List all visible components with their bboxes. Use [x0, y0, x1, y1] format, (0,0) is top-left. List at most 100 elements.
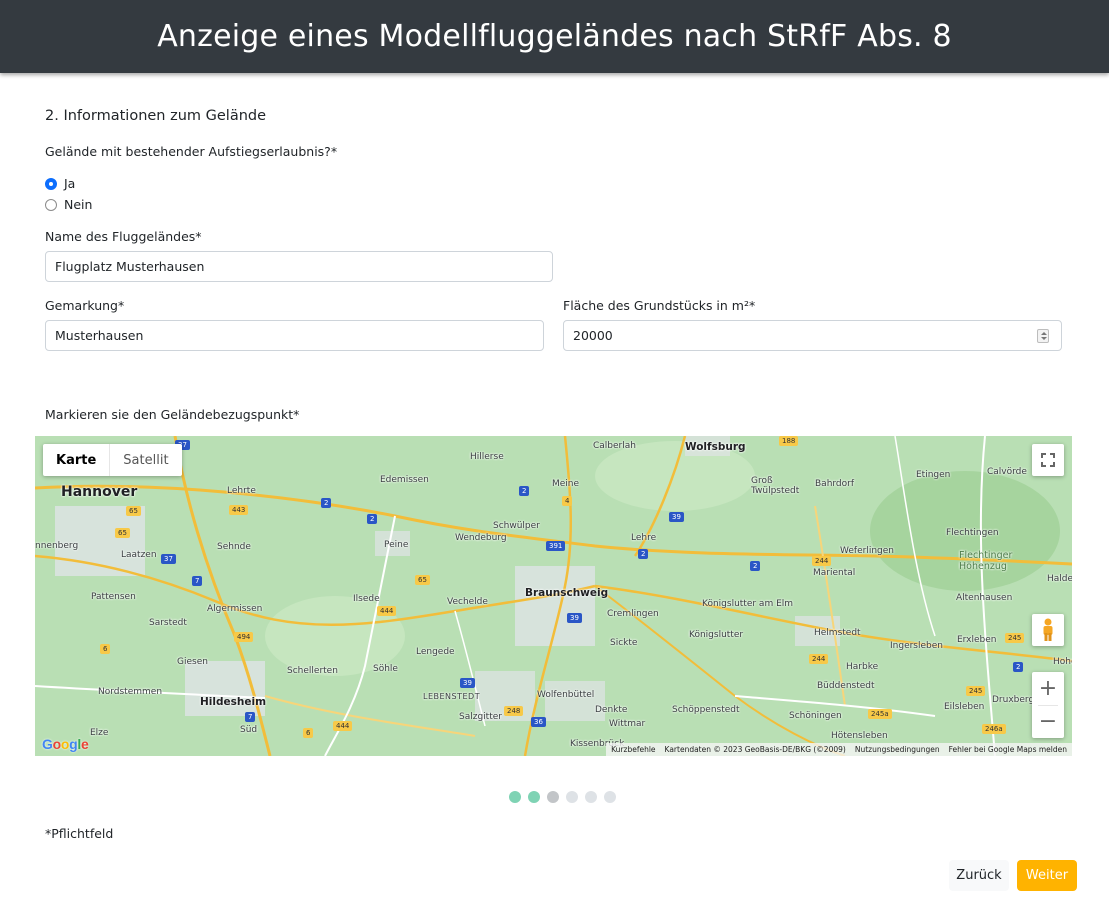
- radio-option-nein[interactable]: Nein: [45, 197, 92, 212]
- radio-nein-button[interactable]: [45, 198, 57, 211]
- name-field-value: Flugplatz Musterhausen: [55, 259, 205, 274]
- place-mariental: Mariental: [813, 568, 856, 578]
- place-algermissen: Algermissen: [207, 604, 263, 614]
- place-salzgitter: Salzgitter: [459, 712, 502, 722]
- road-shield: 443: [229, 505, 249, 515]
- place-wendeburg: Wendeburg: [455, 533, 507, 543]
- radio-ja-button[interactable]: [45, 177, 57, 190]
- gemarkung-field-value: Musterhausen: [55, 328, 144, 343]
- road-shield: 6: [100, 644, 111, 654]
- map-type-control: Karte Satellit: [43, 444, 182, 476]
- place-calvoerde: Calvörde: [987, 467, 1027, 477]
- name-field-input[interactable]: Flugplatz Musterhausen: [45, 251, 553, 282]
- road-shield: 245: [966, 686, 986, 696]
- place-ilsede: Ilsede: [353, 594, 380, 604]
- place-helmstedt: Helmstedt: [814, 628, 861, 638]
- place-wolfenbuettel: Wolfenbüttel: [537, 690, 595, 700]
- road-shield: 244: [809, 654, 829, 664]
- road-shield: 188: [779, 436, 799, 446]
- place-weferlingen: Weferlingen: [840, 546, 894, 556]
- terms-link[interactable]: Nutzungsbedingungen: [855, 745, 940, 754]
- place-altenhausen: Altenhausen: [956, 593, 1013, 603]
- place-gross-twuelpstedt: Groß Twülpstedt: [751, 476, 800, 496]
- place-bueddenstedt: Büddenstedt: [817, 681, 875, 691]
- place-koenigslutter-am-elm: Königslutter am Elm: [702, 599, 794, 609]
- road-shield: 248: [504, 706, 524, 716]
- permission-question: Gelände mit bestehender Aufstiegserlaubn…: [45, 144, 338, 159]
- road-shield: 2: [367, 514, 378, 524]
- step-dot: [509, 791, 521, 803]
- place-flechtinger-hoehenzug: Flechtinger Höhenzug: [959, 550, 1013, 572]
- keyboard-shortcuts-link[interactable]: Kurzbefehle: [611, 745, 655, 754]
- map-type-satellit-button[interactable]: Satellit: [110, 444, 181, 476]
- place-sued: Süd: [240, 725, 258, 735]
- place-lebenstedt: LEBENSTEDT: [423, 692, 481, 701]
- place-schellerten: Schellerten: [287, 666, 338, 676]
- place-sarstedt: Sarstedt: [149, 618, 187, 628]
- place-schwuelper: Schwülper: [493, 521, 540, 531]
- page-title: Anzeige eines Modellfluggeländes nach St…: [157, 19, 952, 54]
- place-hohe: Hohe: [1053, 657, 1072, 667]
- step-dot: [585, 791, 597, 803]
- place-lehre: Lehre: [631, 533, 657, 543]
- map-label: Markieren sie den Geländebezugspunkt*: [45, 407, 300, 422]
- app-header: Anzeige eines Modellfluggeländes nach St…: [0, 0, 1109, 73]
- radio-ja-label: Ja: [64, 176, 76, 191]
- required-note: *Pflichtfeld: [45, 826, 114, 841]
- road-shield: 2: [750, 561, 761, 571]
- place-ingersleben: Ingersleben: [890, 641, 943, 651]
- road-shield: 39: [669, 512, 684, 522]
- place-lengede: Lengede: [416, 647, 455, 657]
- zoom-out-icon[interactable]: −: [1032, 705, 1064, 738]
- place-edemissen: Edemissen: [380, 475, 429, 485]
- flaeche-field-label: Fläche des Grundstücks in m²*: [563, 298, 756, 313]
- map-type-karte-button[interactable]: Karte: [43, 444, 111, 476]
- place-koenigslutter: Königslutter: [689, 630, 744, 640]
- road-shield: 36: [531, 717, 546, 727]
- location-map[interactable]: Hannover Wolfsburg Braunschweig Hildeshe…: [35, 436, 1072, 756]
- place-denkte: Denkte: [595, 705, 628, 715]
- road-shield: 391: [546, 541, 566, 551]
- fullscreen-icon: [1041, 453, 1055, 467]
- radio-option-ja[interactable]: Ja: [45, 176, 75, 191]
- name-field-label: Name des Fluggeländes*: [45, 229, 202, 244]
- place-nordstemmen: Nordstemmen: [98, 687, 163, 697]
- place-hannover: Hannover: [61, 484, 138, 500]
- map-attribution: Kurzbefehle Kartendaten © 2023 GeoBasis-…: [606, 743, 1072, 756]
- google-logo: Google: [42, 736, 89, 752]
- place-soehle: Söhle: [373, 664, 398, 674]
- road-shield: 2: [519, 486, 530, 496]
- road-shield: 245: [1005, 633, 1025, 643]
- next-button[interactable]: Weiter: [1017, 860, 1077, 891]
- place-calberlah: Calberlah: [593, 441, 636, 451]
- place-giesen: Giesen: [177, 657, 208, 667]
- place-bahrdorf: Bahrdorf: [815, 479, 855, 489]
- step-dot: [547, 791, 559, 803]
- road-shield: 494: [234, 632, 254, 642]
- place-wittmar: Wittmar: [609, 719, 646, 729]
- road-shield: 2: [321, 498, 332, 508]
- back-button[interactable]: Zurück: [949, 860, 1009, 891]
- road-shield: 444: [333, 721, 353, 731]
- street-view-button[interactable]: [1032, 614, 1064, 646]
- place-vechelde: Vechelde: [447, 597, 488, 607]
- number-spinner-icon[interactable]: [1037, 329, 1049, 343]
- road-shield: 39: [460, 678, 475, 688]
- report-error-link[interactable]: Fehler bei Google Maps melden: [949, 745, 1067, 754]
- place-hoetensleben: Hötensleben: [831, 731, 888, 741]
- flaeche-number-input[interactable]: 20000: [563, 320, 1062, 351]
- gemarkung-field-input[interactable]: Musterhausen: [45, 320, 544, 351]
- fullscreen-button[interactable]: [1032, 444, 1064, 476]
- road-shield: 37: [161, 554, 176, 564]
- gemarkung-field-label: Gemarkung*: [45, 298, 125, 313]
- place-hildesheim: Hildesheim: [200, 696, 267, 708]
- place-eilsleben: Eilsleben: [944, 702, 985, 712]
- step-progress: [509, 791, 616, 803]
- place-erxleben: Erxleben: [957, 635, 997, 645]
- road-shield: 444: [377, 606, 397, 616]
- road-shield: 65: [415, 575, 430, 585]
- place-meine: Meine: [552, 479, 580, 489]
- zoom-in-icon[interactable]: +: [1032, 672, 1064, 705]
- road-shield: 246a: [982, 724, 1006, 734]
- place-ronnenberg: nnenberg: [35, 541, 79, 551]
